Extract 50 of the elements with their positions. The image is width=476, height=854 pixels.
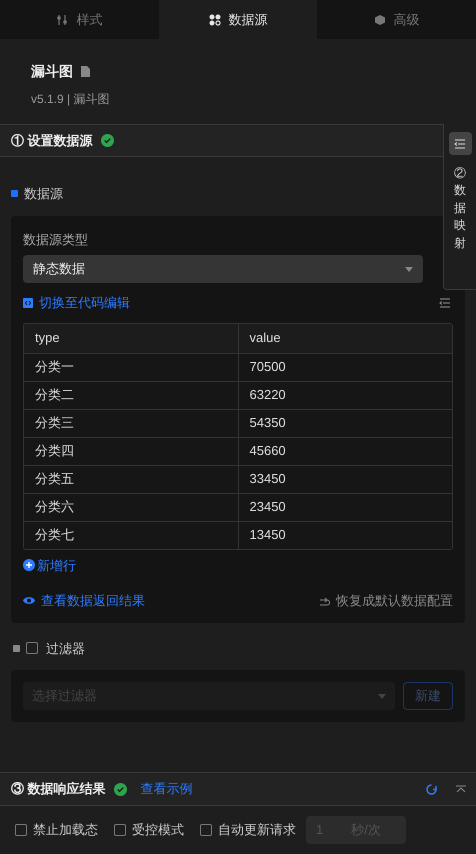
table-cell: 13450 xyxy=(238,522,452,548)
reset-link[interactable]: 恢复成默认数据配置 xyxy=(319,591,453,610)
section-marker-icon xyxy=(13,644,20,652)
list-icon xyxy=(454,138,466,148)
example-link[interactable]: 查看示例 xyxy=(140,779,193,799)
caret-icon xyxy=(405,266,413,272)
field-label: 数据源类型 xyxy=(23,230,89,248)
checkbox[interactable] xyxy=(26,642,38,654)
code-edit-link[interactable]: 切换至代码编辑 xyxy=(23,293,130,312)
eye-icon xyxy=(23,596,35,606)
table-cell-text: 分类三 xyxy=(34,414,75,432)
checkbox[interactable] xyxy=(200,824,212,836)
column-header: type xyxy=(34,329,61,348)
table-cell-text: 分类一 xyxy=(34,358,75,376)
checkbox[interactable] xyxy=(114,824,126,836)
table-cell-text: 分类五 xyxy=(34,470,75,488)
tab[interactable]: 样式 xyxy=(0,0,159,39)
tab[interactable]: 高级 xyxy=(317,0,476,39)
view-result-link[interactable]: 查看数据返回结果 xyxy=(23,591,145,610)
redo-icon xyxy=(319,596,330,606)
cube-icon xyxy=(374,14,386,26)
add-row-button[interactable]: 新增行 xyxy=(23,556,76,575)
checkbox[interactable] xyxy=(15,824,27,836)
collapse-icon[interactable] xyxy=(456,785,466,793)
table-cell-text: 分类七 xyxy=(34,526,75,544)
table-cell-text: 分类四 xyxy=(34,442,75,460)
sliders-icon xyxy=(56,14,68,26)
tab[interactable]: 数据源 xyxy=(158,0,318,39)
section-label: 数据源 xyxy=(24,185,63,203)
plus-circle-icon xyxy=(23,559,35,572)
side-panel-label: ②数据映射 xyxy=(454,165,466,252)
option-label: 禁止加载态 xyxy=(33,821,98,840)
refresh-icon[interactable] xyxy=(425,782,438,796)
section-title: ① 设置数据源 xyxy=(11,132,93,150)
component-title: 漏斗图 xyxy=(31,62,73,81)
section-marker-icon xyxy=(11,190,18,198)
option-label: 受控模式 xyxy=(132,821,184,840)
caret-icon xyxy=(378,694,386,698)
code-icon xyxy=(23,298,33,308)
option-label: 自动更新请求 xyxy=(218,821,296,840)
dots-grid-icon xyxy=(208,14,220,26)
document-icon xyxy=(81,66,90,77)
filter-label: 过滤器 xyxy=(46,640,85,658)
expand-button[interactable] xyxy=(448,132,472,155)
select-field[interactable]: 静态数据 xyxy=(23,255,423,283)
table-cell-text: 分类二 xyxy=(34,386,75,404)
table-cell-text: 分类六 xyxy=(34,498,75,516)
list-icon[interactable] xyxy=(439,298,451,308)
version-text: v5.1.9 | 漏斗图 xyxy=(31,91,110,108)
section-title: ③ 数据响应结果 xyxy=(11,780,106,798)
